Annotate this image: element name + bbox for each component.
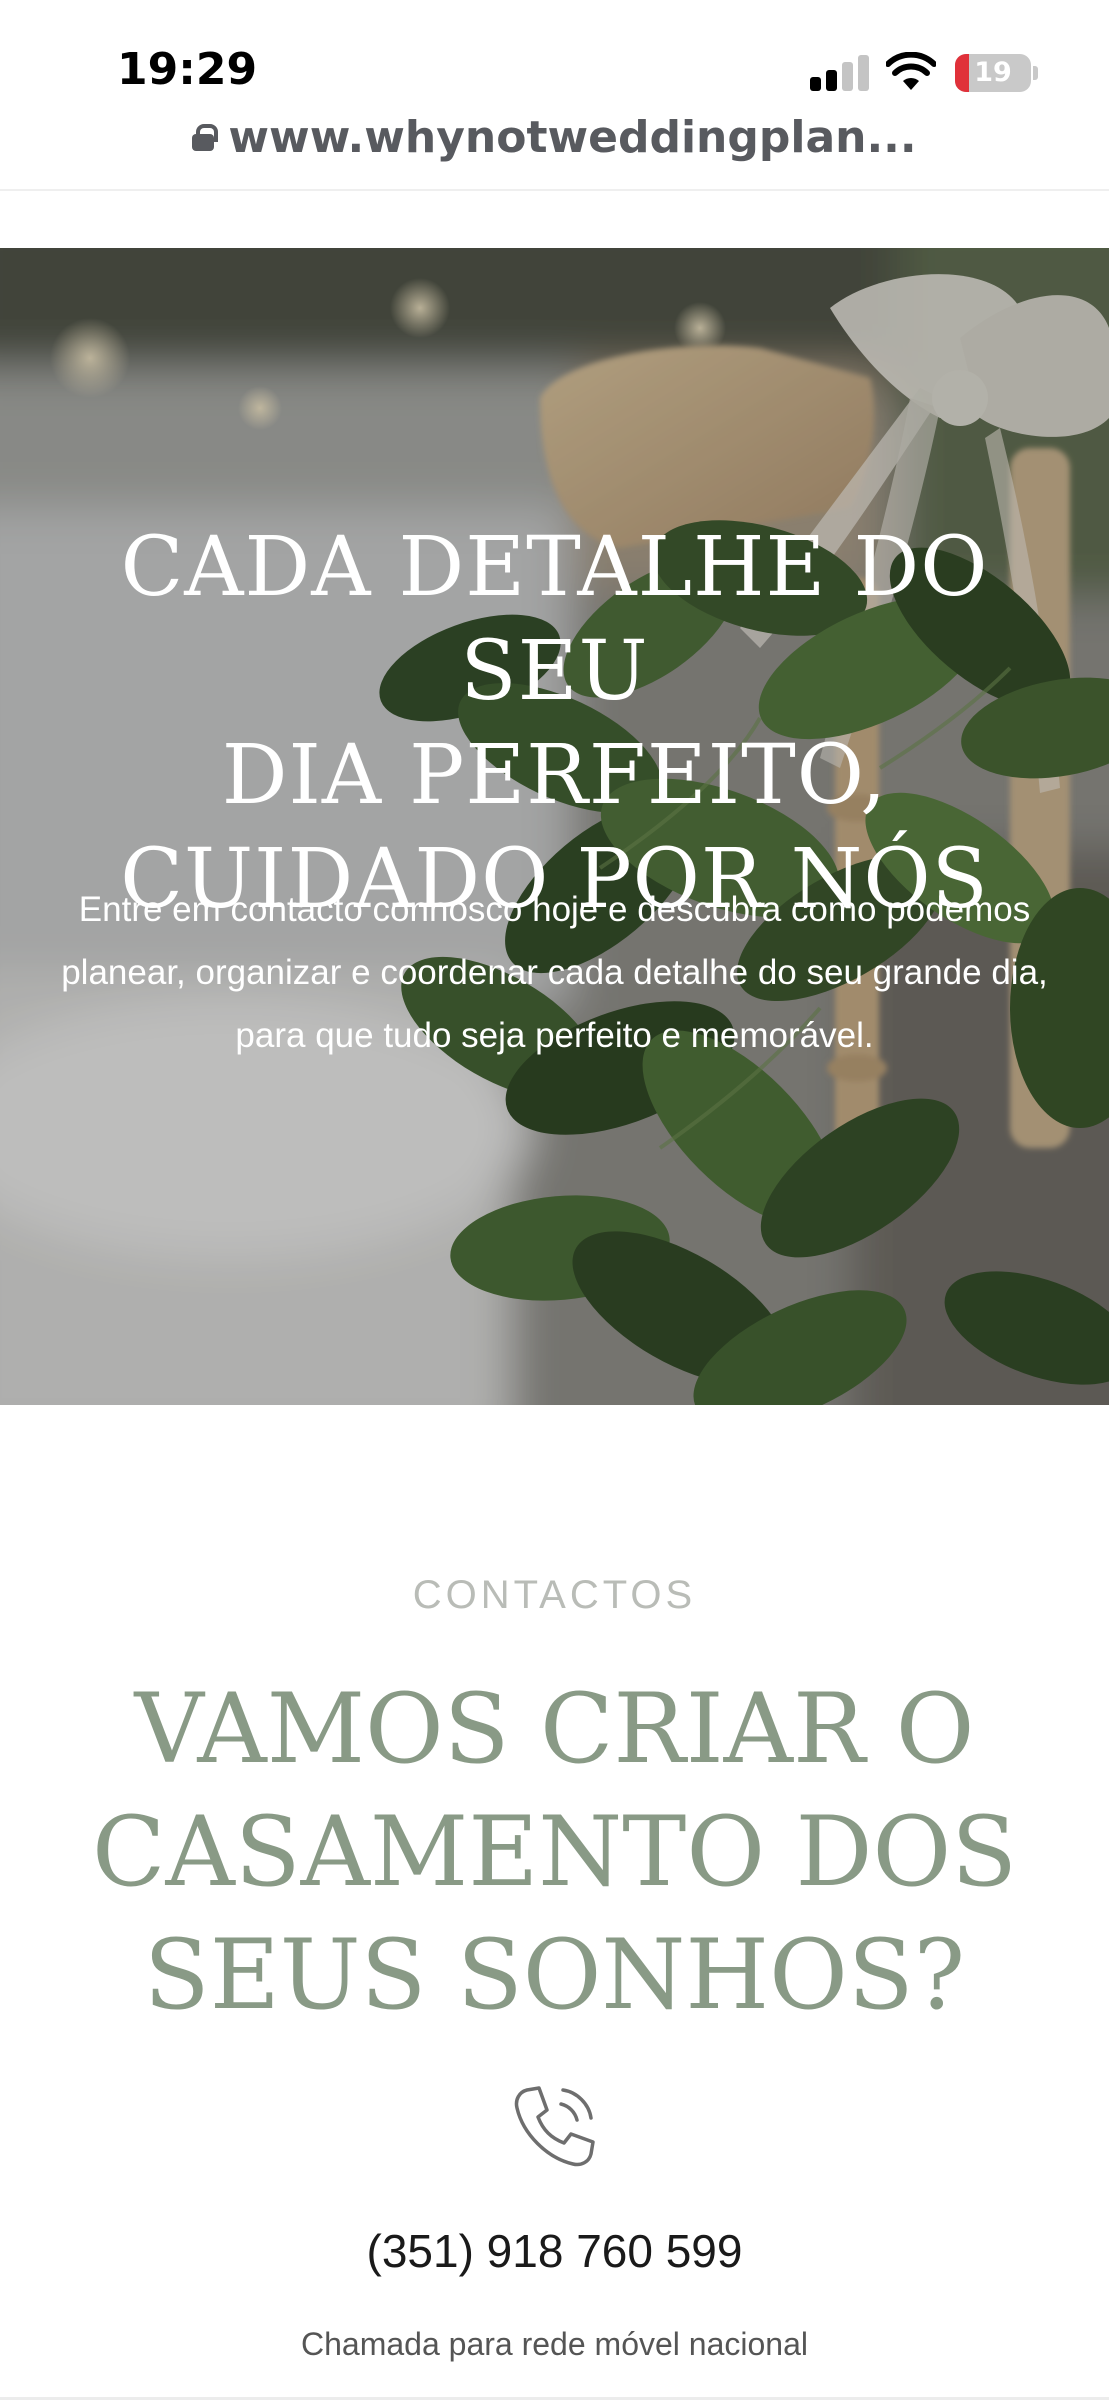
- lock-icon: [192, 124, 219, 151]
- hero-title-line: CADA DETALHE DO SEU: [120, 520, 989, 719]
- battery-icon: 19: [955, 54, 1031, 92]
- contacts-title-line: VAMOS CRIAR O: [134, 1673, 975, 1785]
- toolbar-divider: [0, 189, 1109, 191]
- hero-section: CADA DETALHE DO SEU DIA PERFEITO, CUIDAD…: [0, 248, 1109, 1405]
- contacts-title-line: CASAMENTO DOS: [92, 1796, 1017, 1908]
- phone-number-link[interactable]: (351) 918 760 599: [0, 2224, 1109, 2278]
- hero-description: Entre em contacto connosco hoje e descub…: [61, 890, 1048, 1055]
- wifi-icon: [886, 52, 936, 90]
- battery-nub: [1033, 66, 1038, 80]
- phone-ringing-icon[interactable]: [505, 2076, 605, 2176]
- url-text: www.whynotweddingplan...: [228, 112, 917, 163]
- cellular-signal-icon: [810, 55, 869, 91]
- hero-title-line: DIA PERFEITO,: [221, 728, 888, 823]
- address-bar[interactable]: www.whynotweddingplan...: [0, 112, 1109, 163]
- status-time: 19:29: [117, 44, 258, 95]
- section-eyebrow: CONTACTOS: [412, 1573, 697, 1617]
- hero-title: CADA DETALHE DO SEU DIA PERFEITO, CUIDAD…: [40, 516, 1069, 932]
- phone-note: Chamada para rede móvel nacional: [301, 2326, 808, 2362]
- contacts-title: VAMOS CRIAR O CASAMENTO DOS SEUS SONHOS?: [60, 1668, 1049, 2037]
- status-bar: 19:29 19 www.whynotweddingplan...: [0, 0, 1109, 163]
- battery-level-text: 19: [974, 57, 1012, 88]
- contacts-title-line: SEUS SONHOS?: [143, 1919, 966, 2031]
